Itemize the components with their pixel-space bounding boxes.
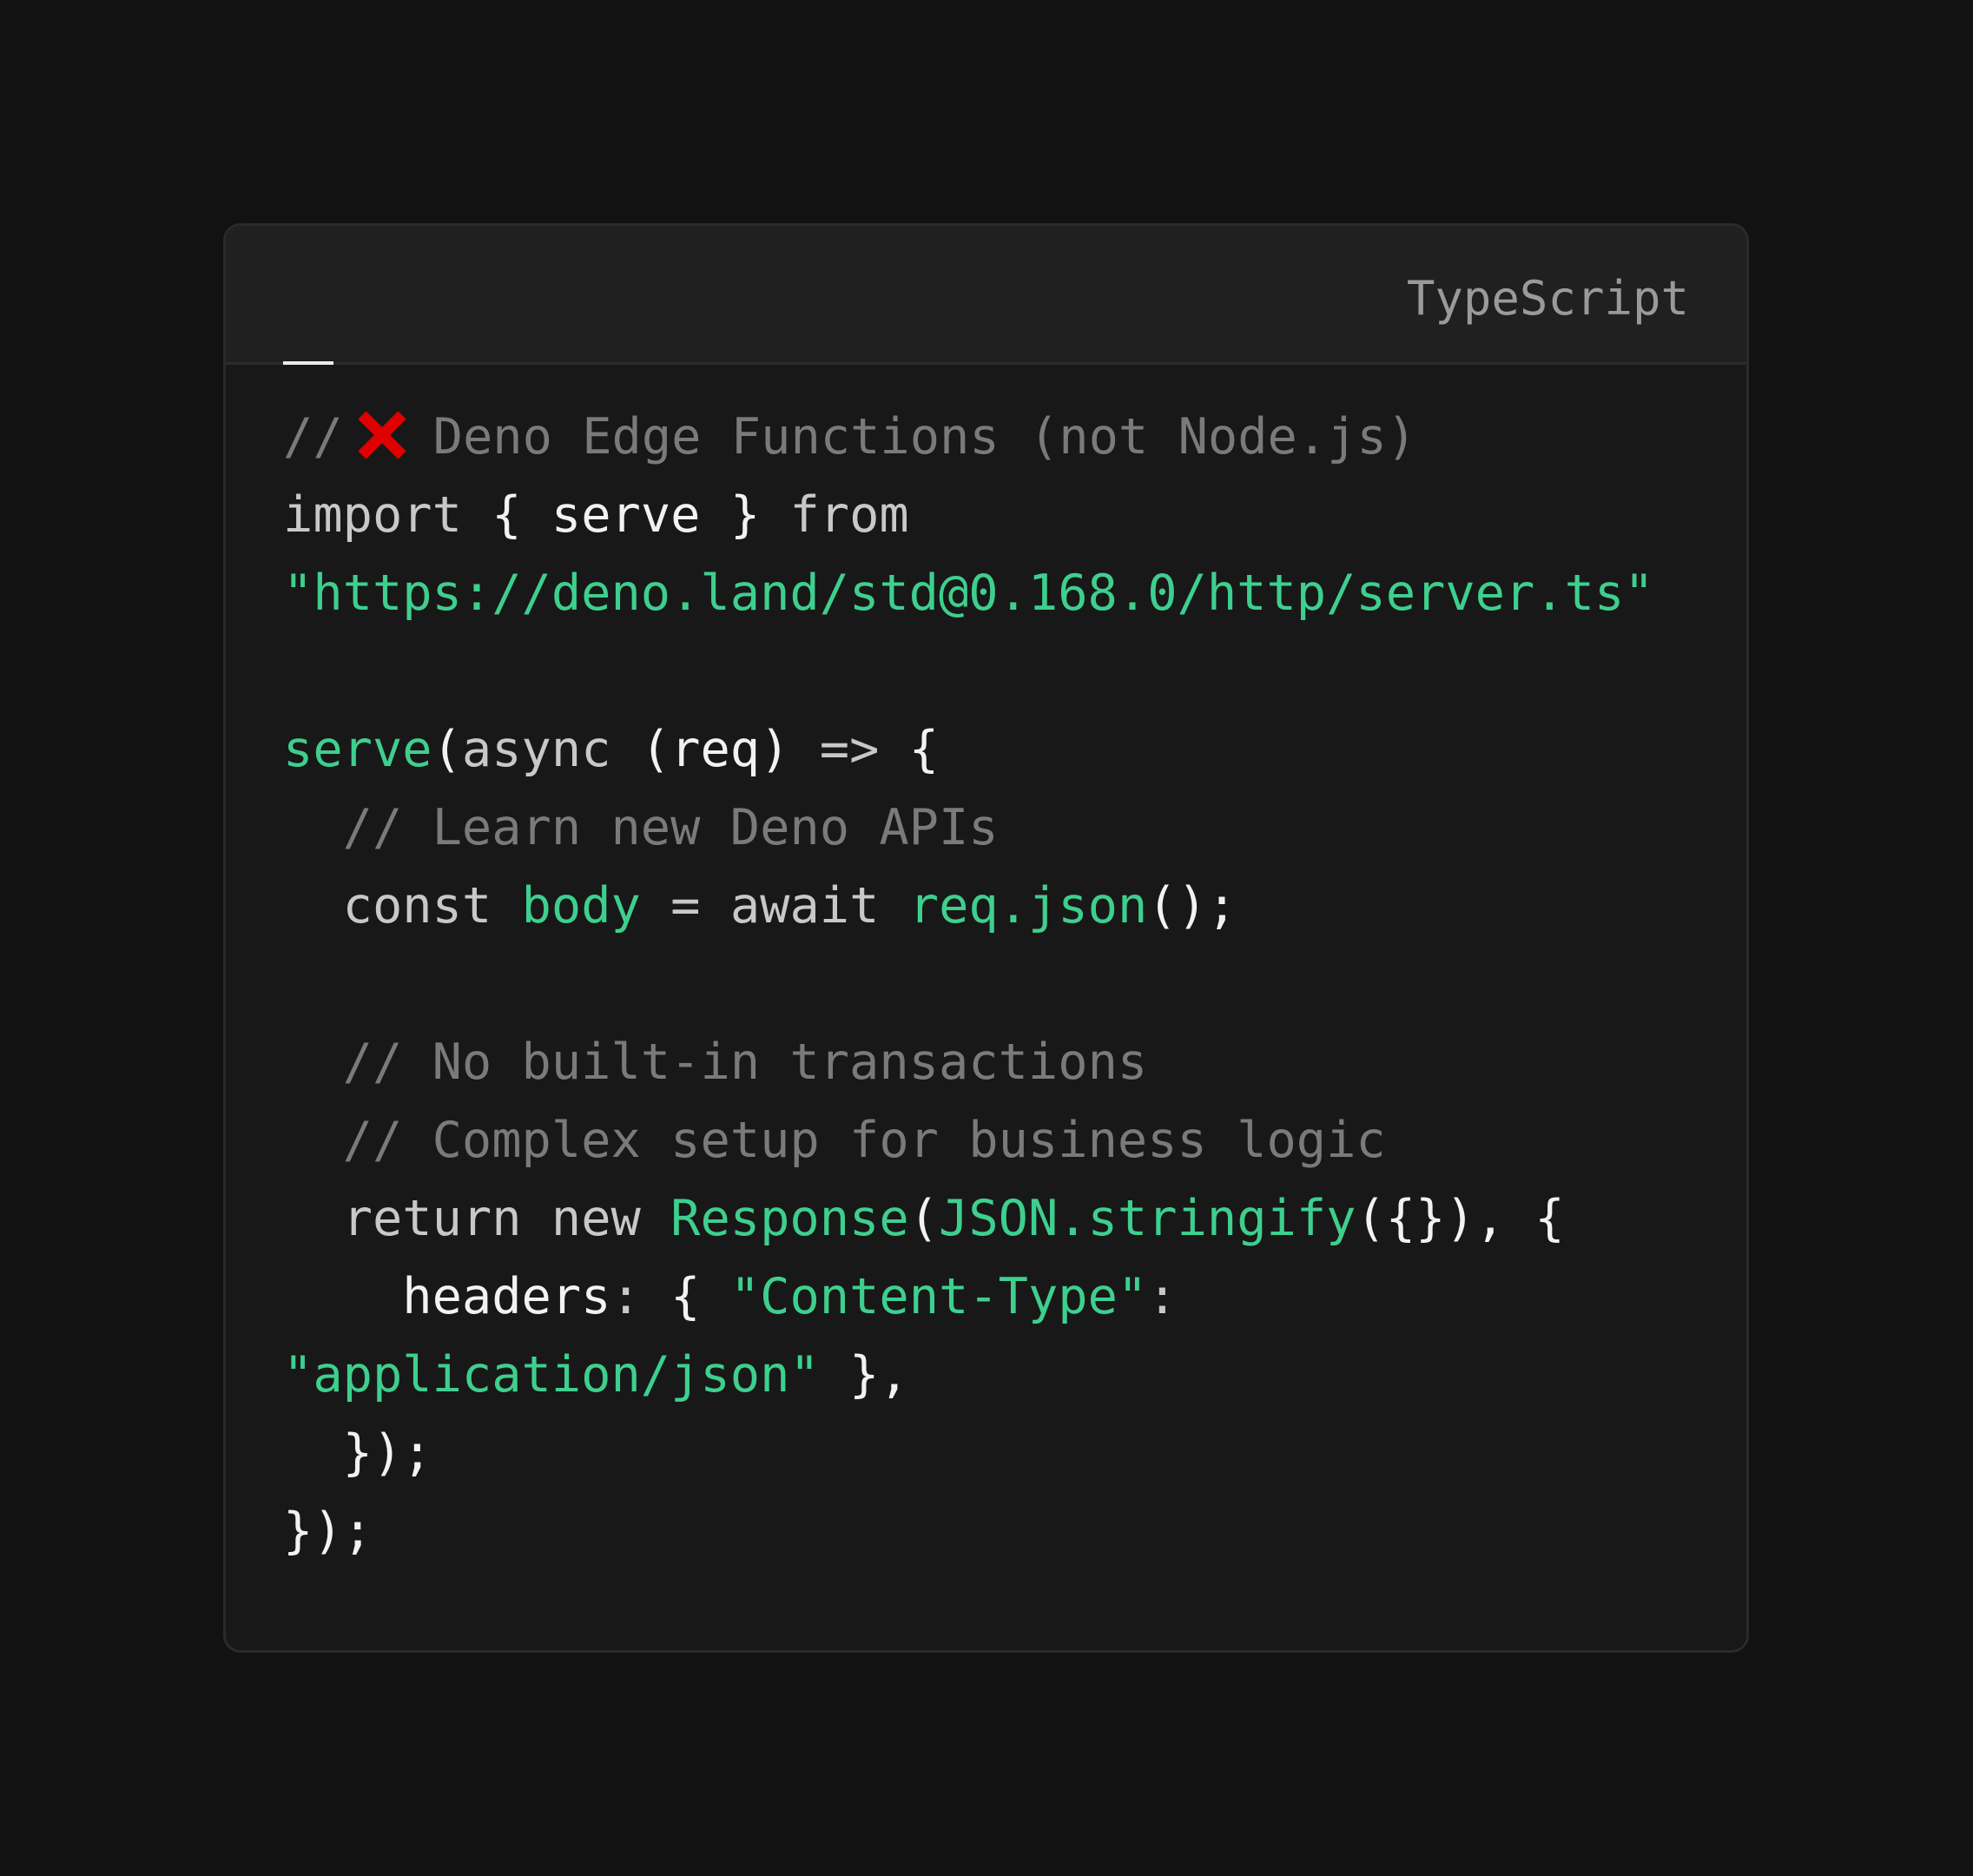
- paren: (: [908, 1190, 940, 1247]
- code-block-header: TypeScript: [226, 226, 1746, 365]
- punctuation: ({}),: [1356, 1190, 1506, 1247]
- arrow: =>: [819, 721, 880, 778]
- code-line: serve(async (req) => {: [283, 710, 1729, 789]
- keyword-const: const: [342, 877, 492, 935]
- code-line: const body = await req.json();: [283, 867, 1729, 945]
- method-call: req.json: [908, 877, 1148, 935]
- comment-prefix: //: [283, 408, 343, 466]
- brace: {: [492, 486, 522, 544]
- code-line: return new Response(JSON.stringify({}), …: [283, 1179, 1729, 1258]
- punctuation: });: [342, 1424, 432, 1482]
- code-line: // Learn new Deno APIs: [283, 789, 1729, 867]
- string-literal: "application/json": [283, 1346, 820, 1404]
- brace: {: [908, 721, 940, 778]
- keyword-async: async: [461, 721, 611, 778]
- brace: {: [670, 1268, 701, 1325]
- comment: // No built-in transactions: [342, 1034, 1148, 1091]
- code-line: headers: { "Content-Type":: [283, 1258, 1729, 1336]
- keyword-import: import: [283, 486, 462, 544]
- keyword-return: return: [342, 1190, 522, 1247]
- code-line: "https://deno.land/std@0.168.0/http/serv…: [283, 554, 1729, 632]
- keyword-from: from: [789, 486, 909, 544]
- punctuation: });: [283, 1503, 373, 1560]
- code-line: "application/json" },: [283, 1336, 1729, 1414]
- colon: :: [1147, 1268, 1178, 1325]
- function-name: serve: [283, 721, 432, 778]
- code-content: // Deno Edge Functions (not Node.js) impo…: [283, 398, 1729, 1570]
- punctuation: },: [849, 1346, 909, 1404]
- string-literal: "Content-Type": [729, 1268, 1148, 1325]
- string-literal: "https://deno.land/std@0.168.0/http/serv…: [283, 565, 1654, 622]
- comment: // Complex setup for business logic: [342, 1112, 1386, 1169]
- identifier: serve: [551, 486, 701, 544]
- cross-mark-icon: [358, 411, 406, 459]
- comment-text: Deno Edge Functions (not Node.js): [432, 408, 1417, 466]
- keyword-new: new: [551, 1190, 641, 1247]
- comment: // Learn new Deno APIs: [342, 799, 999, 856]
- code-line: import { serve } from: [283, 476, 1729, 554]
- code-line: });: [283, 1492, 1729, 1570]
- method-call: JSON.stringify: [939, 1190, 1356, 1247]
- operator: =: [670, 877, 701, 935]
- keyword-await: await: [729, 877, 880, 935]
- active-tab-indicator: [283, 361, 333, 365]
- code-line: // No built-in transactions: [283, 1023, 1729, 1101]
- code-line: // Deno Edge Functions (not Node.js): [283, 398, 1729, 476]
- property: headers: [402, 1268, 611, 1325]
- brace: }: [729, 486, 761, 544]
- class-name: Response: [670, 1190, 909, 1247]
- parameter: (req): [640, 721, 790, 778]
- paren: (: [432, 721, 462, 778]
- code-block: TypeScript // Deno Edge Functions (not No…: [223, 223, 1749, 1653]
- code-line: });: [283, 1414, 1729, 1492]
- variable: body: [521, 877, 641, 935]
- language-label: TypeScript: [1406, 271, 1689, 326]
- colon: :: [610, 1268, 641, 1325]
- punctuation: ();: [1147, 877, 1237, 935]
- brace: {: [1534, 1190, 1565, 1247]
- code-line: // Complex setup for business logic: [283, 1101, 1729, 1179]
